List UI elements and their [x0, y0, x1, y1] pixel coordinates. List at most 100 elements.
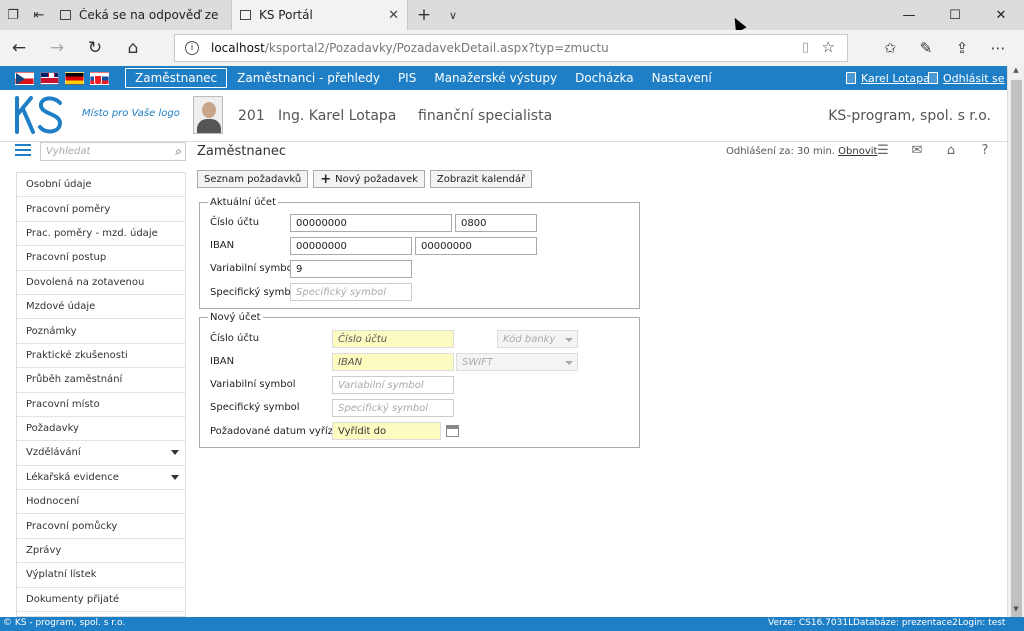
search-placeholder: Vyhledat [46, 146, 91, 157]
sidebar-item[interactable]: Pracovní místo [17, 393, 185, 417]
new-account-input[interactable]: Číslo účtu [332, 330, 454, 348]
new-tab-icon[interactable]: + [408, 5, 440, 25]
list-icon[interactable]: ☰ [866, 143, 900, 158]
sidebar-item-label: Pracovní pomůcky [26, 520, 118, 532]
calendar-icon[interactable] [446, 425, 459, 437]
sidebar-item[interactable]: Dokumenty přijaté [17, 588, 185, 613]
scroll-thumb[interactable] [1011, 80, 1022, 628]
browser-tab-2[interactable]: KS Portál ✕ [232, 0, 408, 30]
mail-icon[interactable]: ✉ [900, 143, 934, 158]
close-icon[interactable]: ✕ [978, 0, 1024, 30]
sidebar-item[interactable]: Prac. poměry - mzd. údaje [17, 222, 185, 247]
current-iban-input-2[interactable]: 00000000 [415, 237, 537, 255]
expand-caret-icon[interactable] [171, 474, 179, 480]
new-iban-input[interactable]: IBAN [332, 353, 454, 371]
show-calendar-button[interactable]: Zobrazit kalendář [429, 170, 533, 188]
sidebar-item[interactable]: Praktické zkušenosti [17, 344, 185, 369]
tab-list-chevron-icon[interactable]: ∨ [440, 9, 466, 22]
menu-nastaveni[interactable]: Nastavení [643, 66, 721, 90]
back-icon[interactable]: ← [0, 30, 38, 66]
sidebar-item-label: Mzdové údaje [26, 301, 96, 313]
home-icon[interactable]: ⌂ [114, 30, 152, 66]
new-vs-input[interactable]: Variabilní symbol [332, 376, 454, 394]
search-icon[interactable]: ⌕ [175, 144, 182, 159]
current-vs-input[interactable]: 9 [290, 260, 412, 278]
logout-label: Odhlásit se [943, 71, 1005, 85]
vertical-scrollbar[interactable]: ▲ ▼ [1007, 66, 1024, 628]
favorite-star-icon[interactable]: ☆ [822, 38, 835, 56]
sidebar-item-label: Vzdělávání [26, 447, 81, 459]
page-icon [240, 10, 251, 20]
minimize-icon[interactable]: — [886, 0, 932, 30]
menu-zamestnanec[interactable]: Zaměstnanec [125, 68, 228, 88]
sidebar-item-label: Pracovní místo [26, 398, 100, 410]
share-icon[interactable]: ⇪ [944, 30, 980, 66]
sk-flag-icon[interactable] [90, 71, 109, 85]
current-iban-input-1[interactable]: 00000000 [290, 237, 412, 255]
sidebar-item[interactable]: Průběh zaměstnání [17, 368, 185, 393]
logout-link[interactable]: Odhlásit se [928, 66, 1005, 90]
address-bar[interactable]: i localhost/ksportal2/Pozadavky/Pozadave… [174, 34, 848, 62]
more-icon[interactable]: ⋯ [980, 30, 1016, 66]
bank-code-placeholder: Kód banky [503, 333, 556, 345]
new-request-button[interactable]: + Nový požadavek [313, 170, 425, 188]
request-list-button[interactable]: Seznam požadavků [197, 170, 309, 188]
search-input[interactable]: Vyhledat ⌕ [40, 142, 186, 161]
sidebar-item[interactable]: Výplatní lístek [17, 563, 185, 588]
home-icon[interactable]: ⌂ [934, 143, 968, 158]
sidebar-item[interactable]: Pracovní poměry [17, 197, 185, 222]
current-bank-code-input[interactable]: 0800 [455, 214, 537, 232]
forward-icon[interactable]: → [38, 30, 76, 66]
content-toolbar: Vyhledat ⌕ Zaměstnanec Odhlášení za: 30 … [0, 140, 1007, 164]
uk-flag-icon[interactable] [40, 71, 59, 85]
maximize-icon[interactable]: ☐ [932, 0, 978, 30]
pen-icon[interactable]: ✎ [908, 30, 944, 66]
requested-date-input[interactable]: Vyřídit do [332, 422, 441, 440]
footer-database: Databáze: prezentace2 [853, 618, 958, 628]
menu-pis[interactable]: PIS [389, 66, 425, 90]
current-ss-input[interactable]: Specifický symbol [290, 283, 412, 301]
sidebar-item[interactable]: Pracovní postup [17, 246, 185, 271]
menu-dochazka[interactable]: Docházka [566, 66, 643, 90]
user-link[interactable]: Karel Lotapa [846, 66, 930, 90]
current-account-label: Číslo účtu [210, 217, 260, 228]
cz-flag-icon[interactable] [15, 71, 34, 85]
sidebar-item[interactable]: Zprávy [17, 539, 185, 564]
bank-code-select[interactable]: Kód banky [497, 330, 578, 348]
sidebar-item[interactable]: Osobní údaje [17, 173, 185, 198]
swift-select[interactable]: SWIFT [456, 353, 578, 371]
sidebar-item[interactable]: Lékařská evidence [17, 466, 185, 491]
tab-close-icon[interactable]: ✕ [388, 8, 399, 23]
footer-copyright: © KS - program, spol. s r.o. [3, 618, 126, 628]
sidebar-item[interactable]: Požadavky [17, 417, 185, 442]
reading-view-icon[interactable]: ▯ [802, 40, 809, 55]
sidebar-item[interactable]: Hodnocení [17, 490, 185, 515]
menu-manazerske-vystupy[interactable]: Manažerské výstupy [425, 66, 566, 90]
new-account-label: Číslo účtu [210, 333, 260, 344]
favorites-icon[interactable]: ✩ [872, 30, 908, 66]
scroll-down-icon[interactable]: ▼ [1008, 605, 1024, 617]
browser-tab-1[interactable]: Čeká se na odpověď ze serv [52, 0, 232, 30]
tab-preview-icon[interactable]: ❐ [0, 0, 26, 30]
hamburger-menu-icon[interactable] [15, 144, 31, 158]
sidebar-item[interactable]: Vzdělávání [17, 441, 185, 466]
info-icon[interactable]: i [185, 41, 199, 55]
tool-icons: ☰ ✉ ⌂ ? [866, 143, 1002, 158]
sidebar-item-label: Průběh zaměstnání [26, 374, 123, 386]
help-icon[interactable]: ? [968, 143, 1002, 158]
tab-back-icon[interactable]: ⇤ [26, 0, 52, 30]
scroll-up-icon[interactable]: ▲ [1008, 66, 1024, 78]
current-account-input[interactable]: 00000000 [290, 214, 452, 232]
sidebar-item[interactable]: Pracovní pomůcky [17, 514, 185, 539]
expand-caret-icon[interactable] [171, 450, 179, 456]
employee-name: Ing. Karel Lotapa [278, 108, 397, 124]
sidebar-item[interactable]: Mzdové údaje [17, 295, 185, 320]
status-footer: © KS - program, spol. s r.o. Verze: CS16… [0, 617, 1024, 631]
ks-logo-icon [15, 96, 63, 134]
menu-zamestnanci-prehledy[interactable]: Zaměstnanci - přehledy [228, 66, 389, 90]
sidebar-item[interactable]: Poznámky [17, 319, 185, 344]
sidebar-item[interactable]: Dovolená na zotavenou [17, 271, 185, 295]
new-ss-input[interactable]: Specifický symbol [332, 399, 454, 417]
refresh-icon[interactable]: ↻ [76, 30, 114, 66]
de-flag-icon[interactable] [65, 71, 84, 85]
